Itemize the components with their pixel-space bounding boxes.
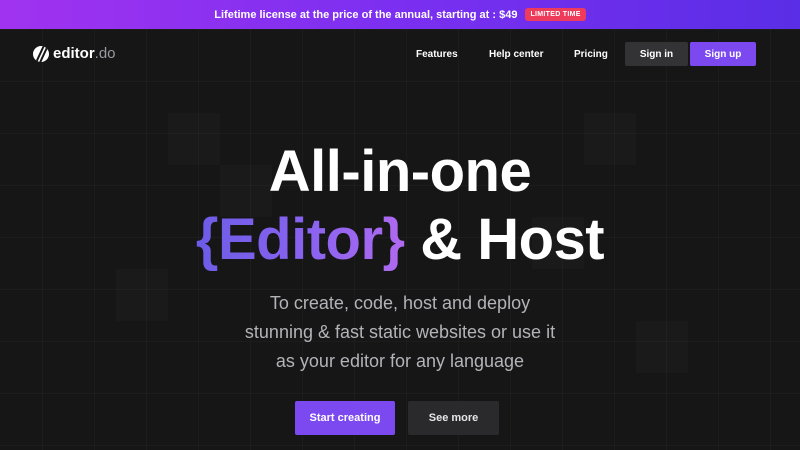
hero-heading-line1: All-in-one	[268, 139, 532, 204]
top-navigation: editor .do Features Help center Pricing S…	[0, 29, 800, 81]
hero-heading-rest: & Host	[404, 207, 605, 272]
subtitle-line: stunning & fast static websites or use i…	[244, 322, 556, 342]
editor-logo-icon	[33, 45, 49, 62]
hero-heading-line2: {Editor} & Host	[0, 206, 800, 273]
subtitle-line: To create, code, host and deploy	[269, 293, 531, 313]
sign-in-button[interactable]: Sign in	[625, 42, 688, 66]
hero-subtitle: To create, code, host and deploy stunnin…	[0, 289, 800, 376]
nav-link-help-center[interactable]: Help center	[489, 49, 543, 60]
brand-tld: .do	[94, 45, 116, 62]
promo-banner[interactable]: Lifetime license at the price of the ann…	[0, 0, 800, 29]
see-more-button[interactable]: See more	[408, 401, 499, 435]
start-creating-button[interactable]: Start creating	[295, 401, 395, 435]
brand-name: editor	[53, 45, 95, 62]
sign-up-button[interactable]: Sign up	[690, 42, 756, 66]
brand-logo[interactable]: editor .do	[33, 45, 116, 62]
limited-time-badge: LIMITED TIME	[525, 8, 586, 21]
subtitle-line: as your editor for any language	[275, 351, 525, 371]
nav-link-pricing[interactable]: Pricing	[574, 49, 608, 60]
hero-accent-editor: {Editor}	[195, 207, 405, 272]
promo-text: Lifetime license at the price of the ann…	[214, 8, 518, 21]
nav-link-features[interactable]: Features	[416, 49, 458, 60]
